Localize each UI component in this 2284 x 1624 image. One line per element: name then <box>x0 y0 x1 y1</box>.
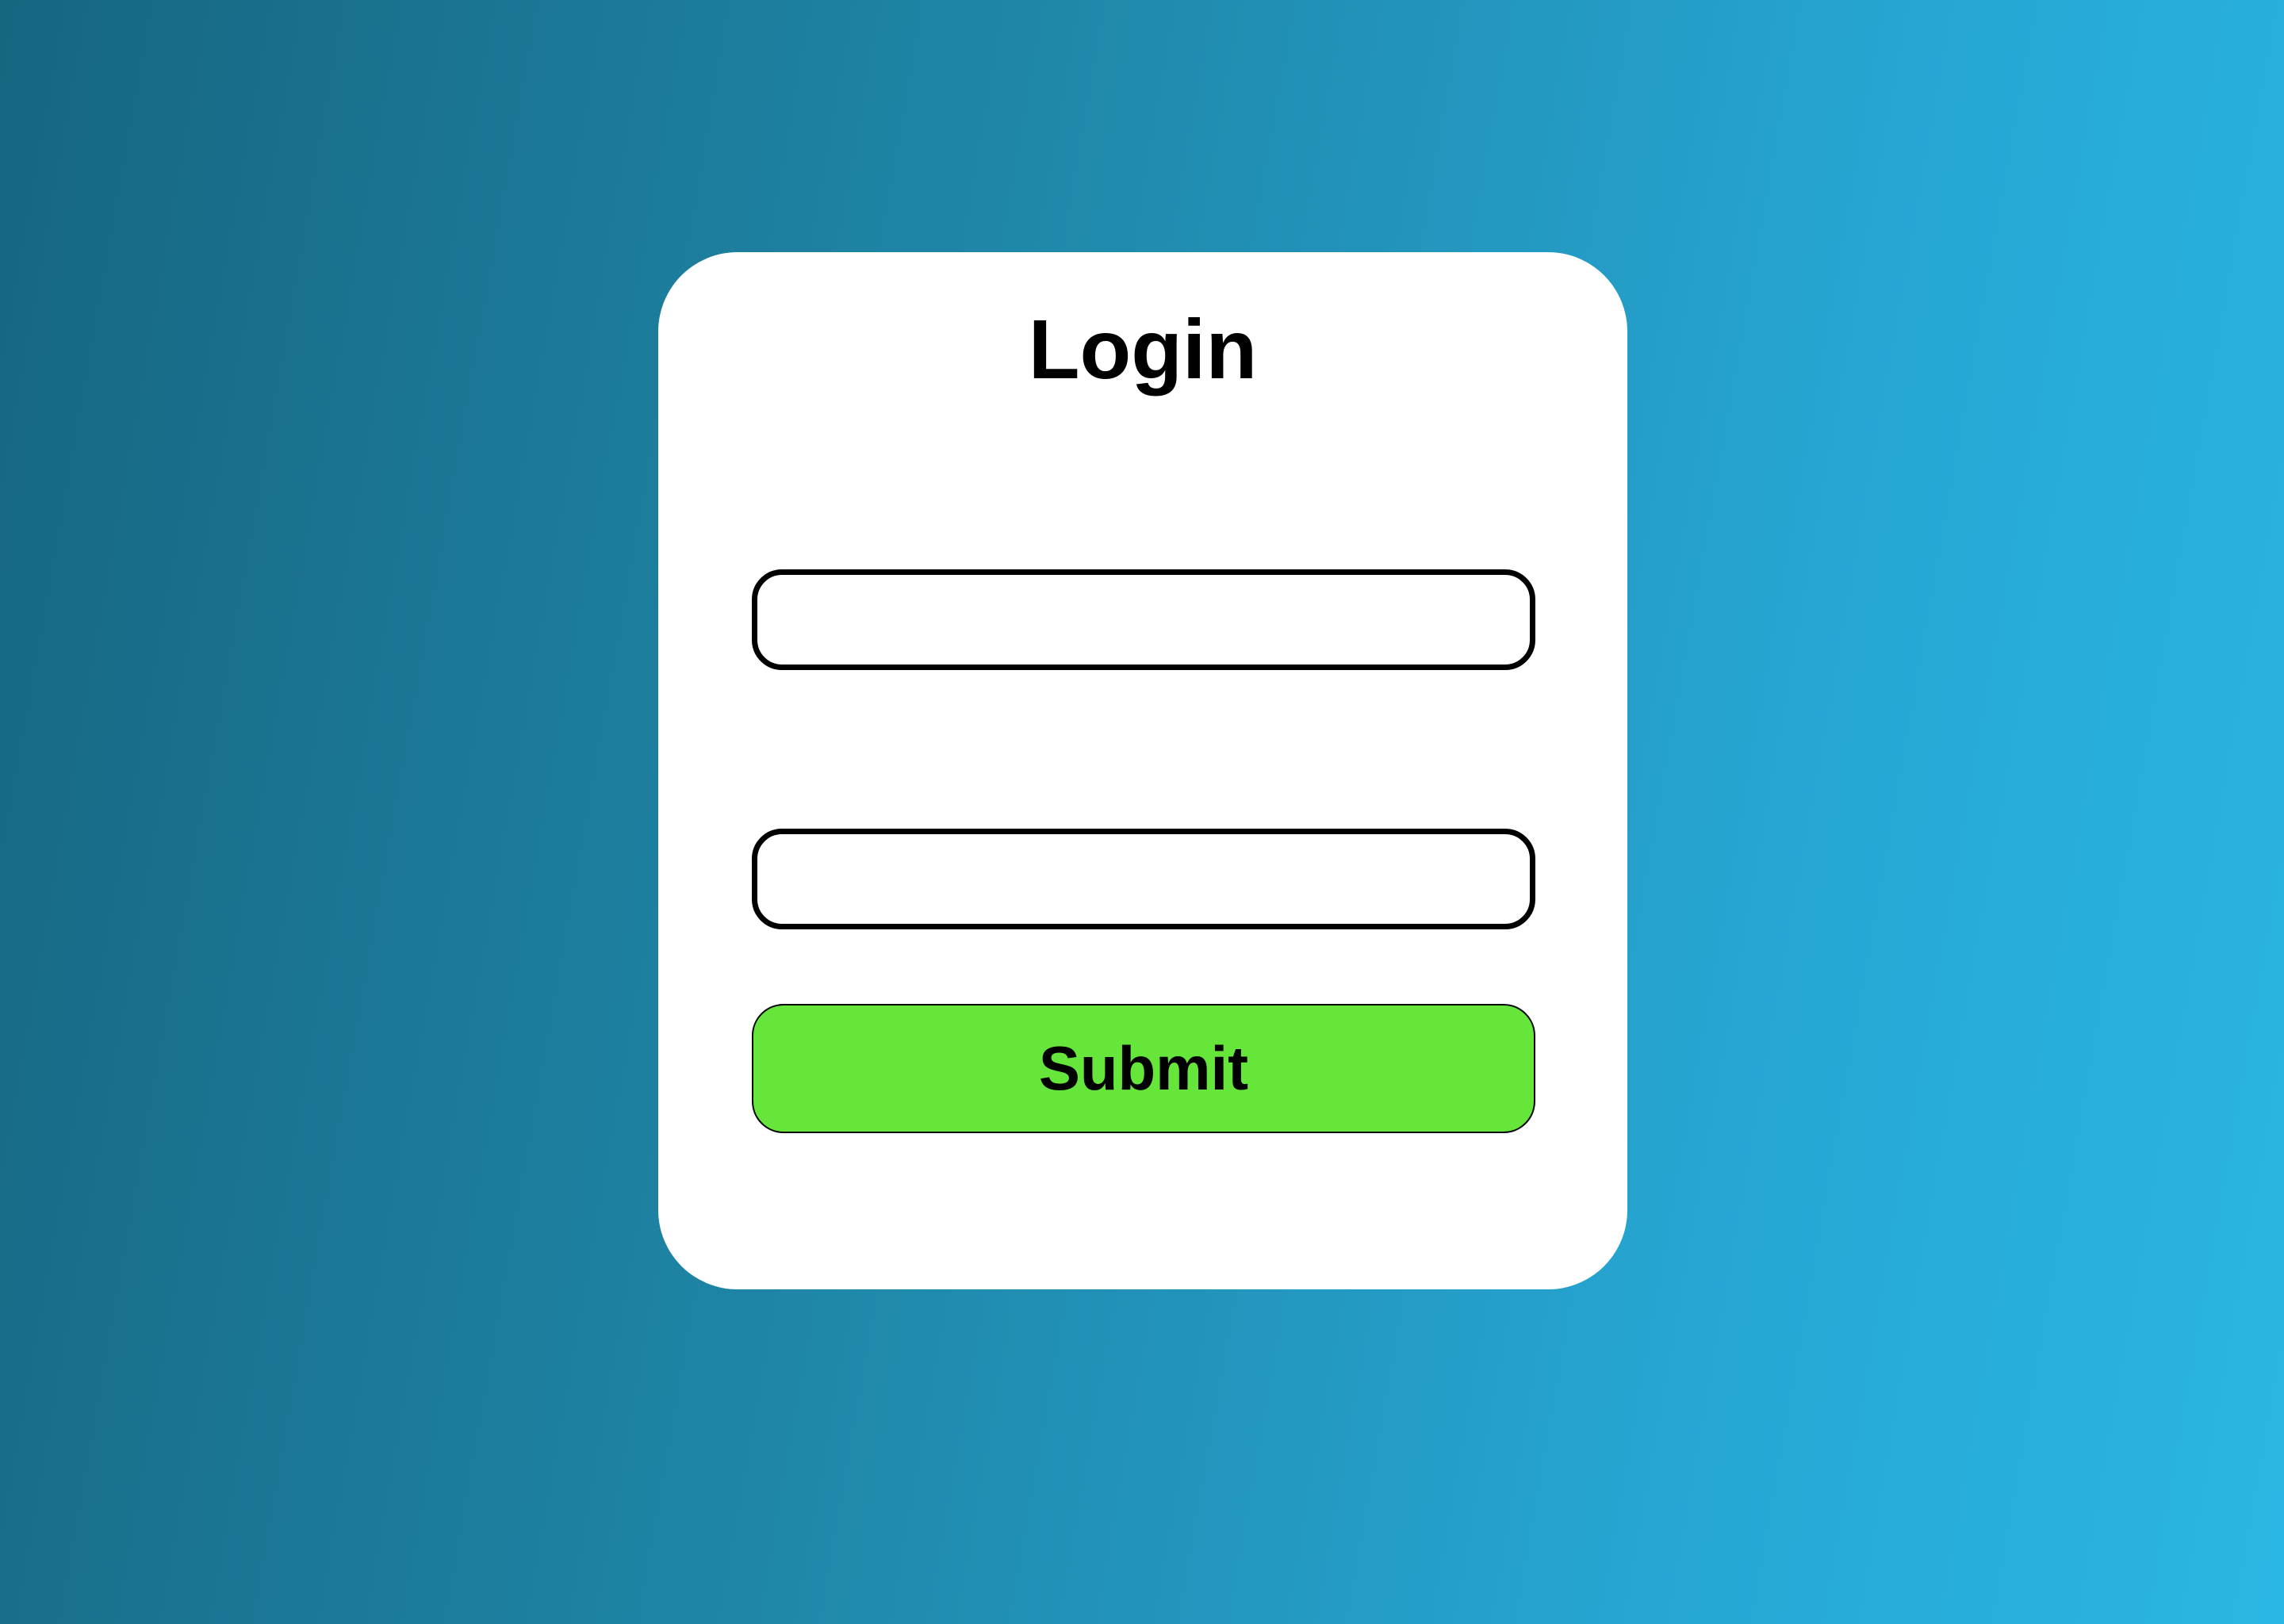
username-input[interactable] <box>752 569 1535 670</box>
login-card: Login Submit <box>658 252 1627 1289</box>
password-input[interactable] <box>752 829 1535 929</box>
login-title: Login <box>1028 303 1258 396</box>
submit-button[interactable]: Submit <box>752 1004 1535 1133</box>
